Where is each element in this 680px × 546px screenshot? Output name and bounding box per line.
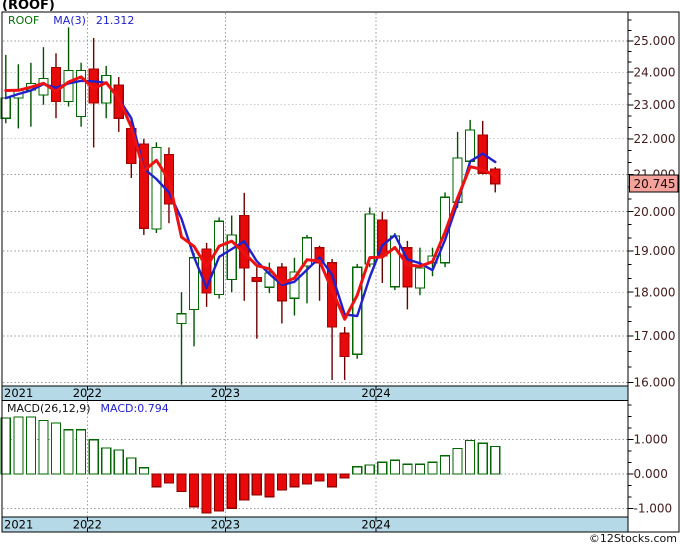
ma-period-label: MA(3) — [53, 14, 86, 27]
price-tick-label: 17.000 — [634, 329, 676, 343]
candle — [63, 27, 74, 107]
price-tick-label: 16.000 — [634, 376, 676, 390]
macd-tick-label: 0.000 — [634, 467, 668, 481]
macd-bar — [113, 449, 124, 475]
candle — [352, 263, 363, 359]
macd-panel-header: MACD(26,12,9) MACD:0.794 — [7, 402, 169, 415]
price-tick-label: 19.000 — [634, 244, 676, 258]
macd-bar — [151, 473, 162, 488]
year-label: 2024 — [361, 518, 390, 532]
year-label: 2022 — [73, 386, 102, 400]
macd-bar — [490, 446, 501, 475]
macd-bar — [352, 466, 363, 475]
candle — [251, 267, 262, 339]
macd-bar — [264, 473, 275, 498]
candle — [226, 215, 237, 293]
price-tick-label: 22.000 — [634, 132, 676, 146]
macd-bar — [327, 473, 338, 488]
macd-bar — [364, 464, 375, 475]
candle — [13, 64, 24, 129]
macd-bar — [377, 461, 388, 475]
candle — [88, 37, 99, 148]
macd-bar — [75, 429, 87, 475]
macd-bar — [214, 473, 225, 512]
candle — [38, 47, 49, 105]
macd-bar — [452, 447, 463, 475]
copyright-link[interactable]: ©12Stocks.com — [589, 532, 677, 545]
macd-bar — [126, 457, 137, 475]
macd-params-label: MACD(26,12,9) — [7, 402, 91, 415]
macd-bar — [88, 439, 99, 475]
candle — [276, 263, 287, 324]
macd-bar — [13, 416, 24, 475]
chart-page: 25.000 24.000 23.000 22.000 21.000 20.000 19.0… — [0, 0, 680, 546]
year-label: 2022 — [73, 518, 102, 532]
year-label: 2021 — [4, 386, 33, 400]
macd-bar — [239, 473, 250, 501]
price-panel-legend: ROOF MA(3) 21.312 — [8, 14, 134, 27]
macd-bar — [389, 459, 400, 475]
candle — [151, 142, 162, 233]
macd-bar — [301, 473, 313, 485]
candle — [414, 247, 426, 296]
candle — [75, 62, 87, 127]
macd-bar — [314, 473, 325, 482]
macd-tick-label: 1.000 — [634, 433, 668, 447]
price-tick-label: 23.000 — [634, 98, 676, 112]
macd-bar — [414, 463, 426, 475]
price-tick-label: 18.000 — [634, 285, 676, 299]
year-label: 2023 — [211, 386, 240, 400]
price-tick-label: 24.000 — [634, 65, 676, 79]
macd-bar — [465, 439, 476, 475]
macd-bar — [289, 473, 300, 488]
macd-histogram — [0, 416, 501, 514]
macd-bar — [226, 473, 237, 509]
candle — [201, 242, 212, 307]
candle — [339, 327, 350, 380]
macd-bar — [439, 455, 451, 475]
macd-bar — [276, 473, 287, 491]
year-label: 2024 — [361, 386, 390, 400]
ma-value-label: 21.312 — [95, 14, 135, 27]
price-tick-label: 20.000 — [634, 205, 676, 219]
candle — [289, 257, 300, 316]
macd-bar — [101, 447, 112, 475]
macd-bar — [176, 473, 187, 493]
macd-bar — [201, 473, 212, 514]
macd-tick-label: -1.000 — [634, 502, 673, 516]
macd-bar — [402, 463, 413, 475]
macd-bar — [50, 422, 62, 475]
macd-axis-labels: 1.000 0.000 -1.000 — [628, 404, 673, 516]
macd-bar — [138, 467, 149, 475]
candle — [477, 120, 488, 175]
page-title: (ROOF) — [2, 0, 55, 13]
current-price-badge: 20.745 — [629, 174, 679, 193]
year-label: 2023 — [211, 518, 240, 532]
macd-bar — [163, 473, 175, 484]
candle — [101, 65, 112, 119]
current-price-label: 20.745 — [634, 177, 676, 191]
stock-chart-svg: 25.00024.00023.00022.00021.00020.00019.0… — [0, 11, 680, 533]
ticker-symbol-label: ROOF — [8, 14, 40, 27]
macd-bar — [0, 417, 11, 475]
year-label: 2021 — [4, 518, 33, 532]
candle — [490, 167, 501, 193]
macd-bar — [339, 473, 350, 479]
macd-bar — [25, 416, 36, 475]
candle — [465, 119, 476, 164]
macd-bar — [188, 473, 200, 508]
macd-bar — [251, 473, 262, 496]
price-axis-labels: 25.00024.00023.00022.00021.00020.00019.0… — [628, 19, 676, 390]
macd-bar — [427, 461, 438, 475]
candle — [176, 292, 187, 385]
price-tick-label: 25.000 — [634, 34, 676, 48]
macd-value-label: MACD:0.794 — [100, 402, 169, 415]
macd-bar — [38, 419, 49, 475]
macd-bar — [63, 429, 74, 475]
macd-bar — [477, 442, 488, 475]
